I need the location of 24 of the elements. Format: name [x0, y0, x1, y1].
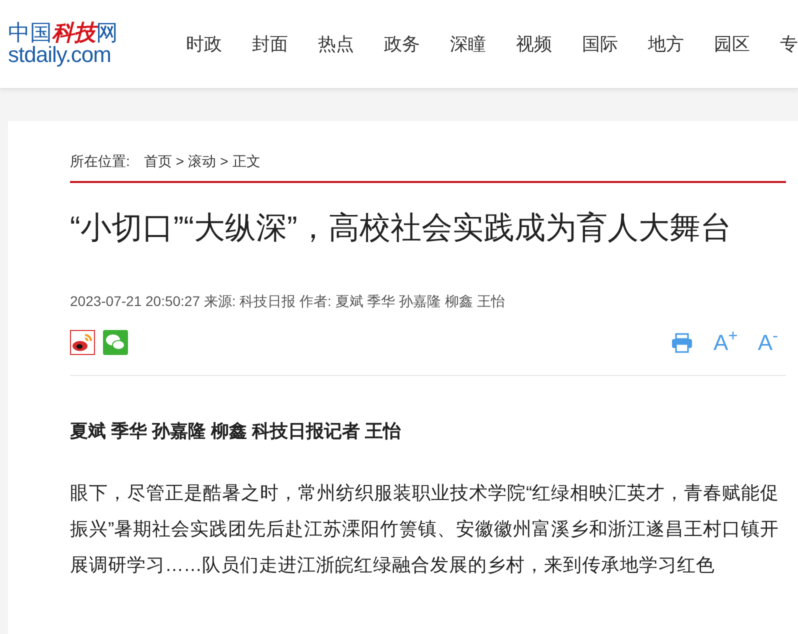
article-paragraph: 眼下，尽管正是酷暑之时，常州纺织服装职业技术学院“红绿相映汇英才，青春赋能促振兴”暑期社会实践团先后赴江苏溧阳竹箦镇、安徽徽州富溪乡和浙江遂昌王村口镇开展调研学习……队员们走进江浙皖红绿融合发展的乡村，来到传承地学习红色: [70, 481, 780, 577]
breadcrumb-link[interactable]: 正文: [232, 151, 260, 172]
breadcrumb-separator: >: [220, 152, 228, 171]
nav-link[interactable]: 深瞳: [450, 30, 486, 58]
print-icon[interactable]: [671, 332, 694, 352]
nav-link[interactable]: 专: [780, 30, 798, 58]
breadcrumb-link[interactable]: 滚动: [188, 151, 216, 172]
breadcrumb-label: 所在位置:: [70, 152, 130, 171]
article-meta: 2023-07-21 20:50:27 来源: 科技日报 作者: 夏斌 季华 孙嘉隆 柳鑫 王怡: [70, 292, 506, 311]
nav-link[interactable]: 园区: [714, 30, 750, 58]
breadcrumb-link[interactable]: 首页: [144, 151, 172, 172]
breadcrumb-separator: >: [176, 152, 184, 171]
site-logo[interactable]: 中国科技网 stdaily.com: [8, 22, 131, 66]
weibo-share-icon[interactable]: [70, 330, 95, 355]
nav-link[interactable]: 国际: [582, 30, 618, 58]
article-title: “小切口”“大纵深”，高校社会实践成为育人大舞台: [70, 209, 732, 247]
nav-link[interactable]: 政务: [384, 30, 420, 58]
nav-link[interactable]: 地方: [648, 30, 684, 58]
nav-link[interactable]: 视频: [516, 30, 552, 58]
nav-link[interactable]: 时政: [186, 30, 222, 58]
nav-link[interactable]: 封面: [252, 30, 288, 58]
nav-link[interactable]: 热点: [318, 30, 354, 58]
wechat-share-icon[interactable]: [103, 330, 128, 355]
article-byline: 夏斌 季华 孙嘉隆 柳鑫 科技日报记者 王怡: [70, 420, 402, 443]
